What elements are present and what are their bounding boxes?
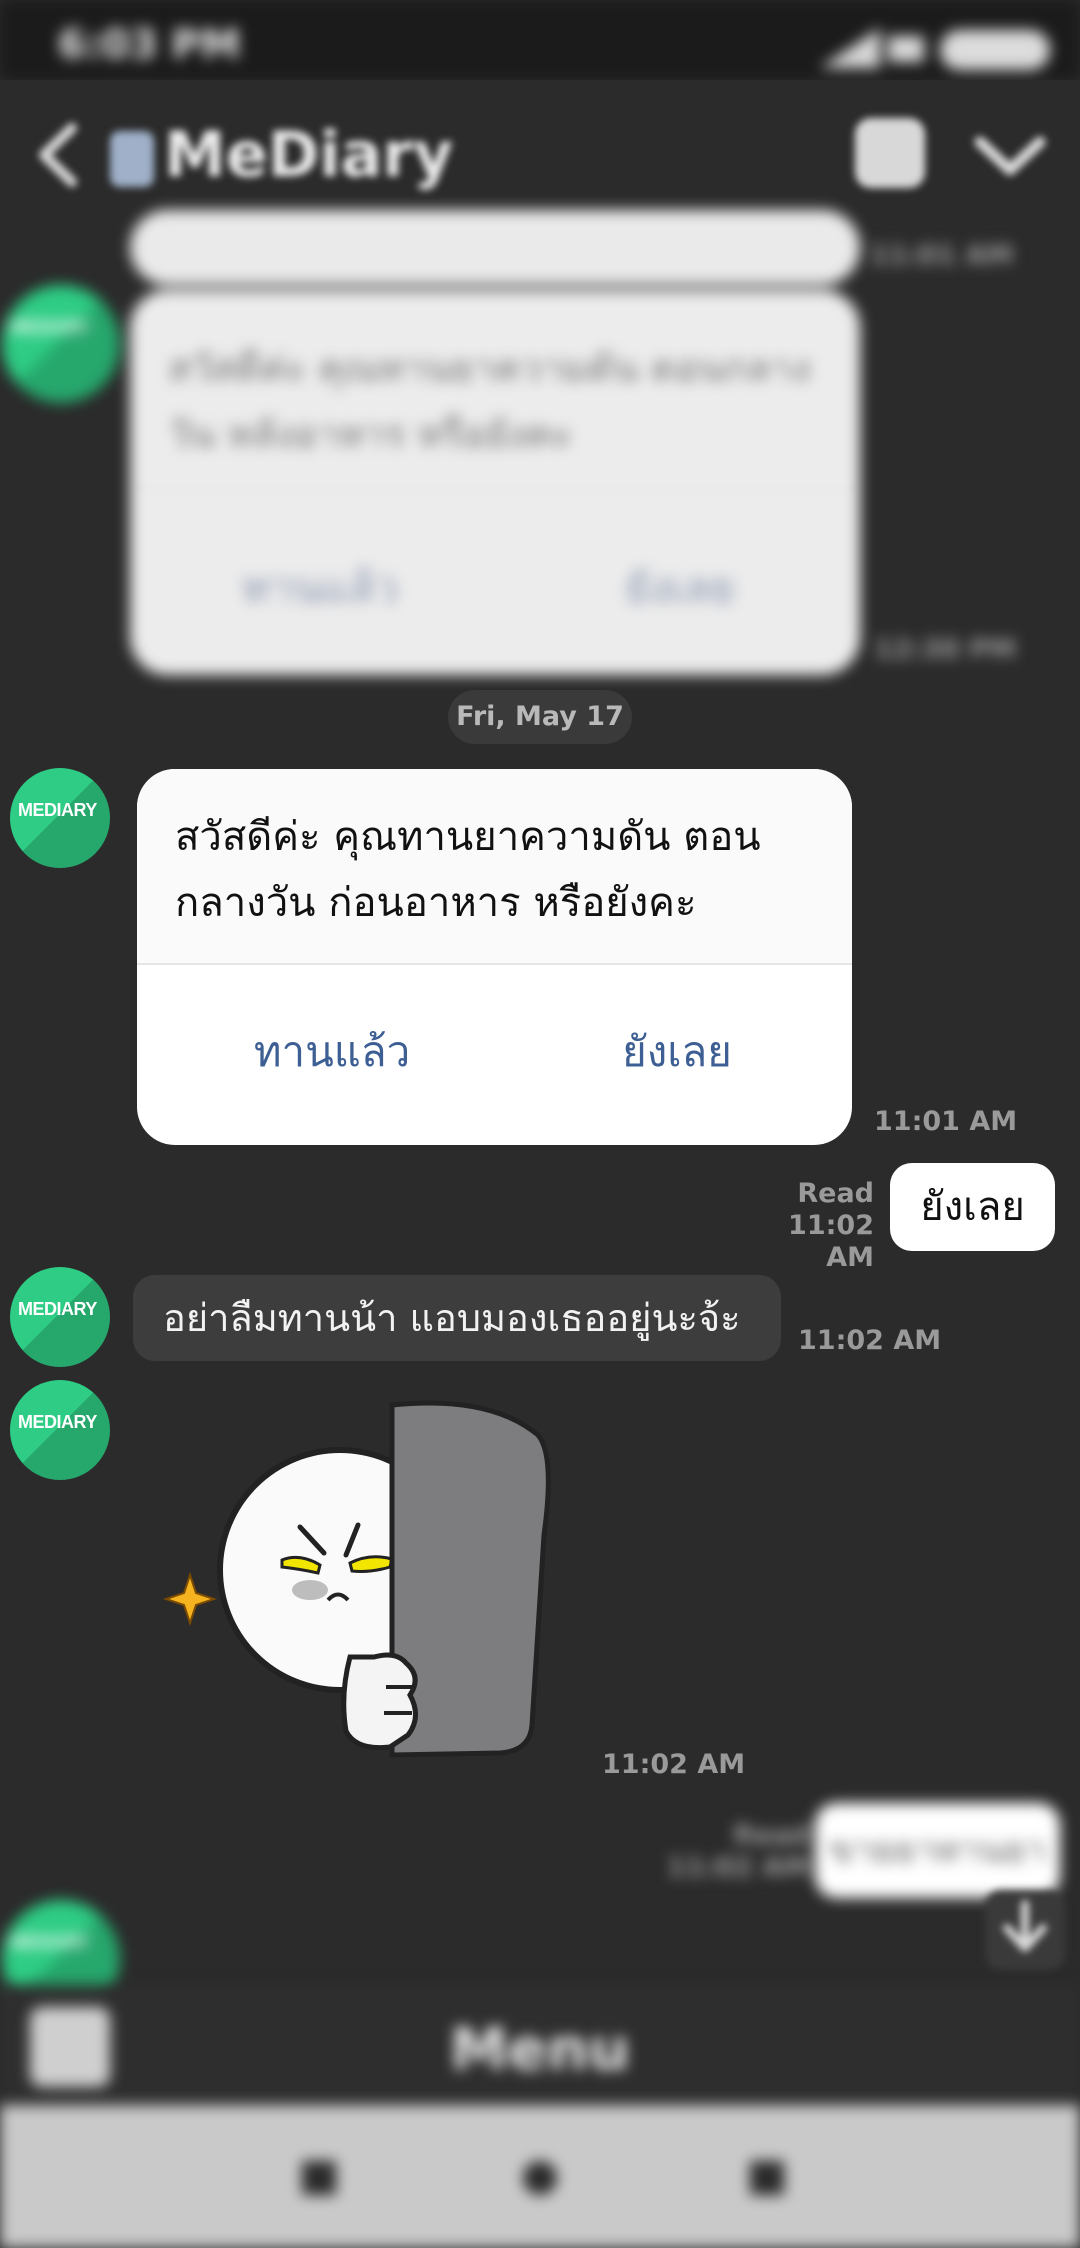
nav-back-icon[interactable] <box>750 2161 784 2195</box>
avatar[interactable]: MEDIARY <box>10 768 110 868</box>
read-receipt: Read 11:02 AM <box>740 1178 874 1274</box>
card-message-line2: กลางวัน ก่อนอาหาร หรือยังคะ <box>175 880 697 926</box>
bot-message-time: 11:02 AM <box>798 1325 942 1356</box>
prev-taken-button[interactable]: ทานแล้ว <box>190 555 450 621</box>
system-nav-bar <box>0 2105 1080 2248</box>
blurred-outgoing-message[interactable]: ขายยาทานยา <box>815 1803 1060 1898</box>
menu-toggle[interactable]: Menu <box>0 2015 1080 2083</box>
avatar[interactable]: MEDIARY <box>10 1267 110 1367</box>
avatar[interactable]: MEDIARY <box>2 285 120 403</box>
blurred-read-receipt: Read 11:02 AM <box>666 1820 810 1883</box>
reply-time: 11:02 AM <box>788 1210 874 1273</box>
avatar[interactable]: MEDIARY <box>10 1380 110 1480</box>
back-arrow-icon[interactable] <box>30 120 90 190</box>
official-badge-icon <box>110 130 154 187</box>
prev-card-top-time: 11:01 AM <box>870 240 1014 271</box>
card-message-line1: สวัสดีค่ะ คุณทานยาความดัน ตอน <box>175 814 761 860</box>
peeking-moon-sticker[interactable] <box>160 1395 560 1775</box>
chat-title[interactable]: MeDiary <box>110 118 453 191</box>
chevron-down-icon[interactable] <box>970 120 1050 190</box>
rich-menu-bar: Menu <box>0 1985 1080 2105</box>
status-bar: 6:03 PM <box>0 0 1080 80</box>
battery-icon <box>940 30 1050 70</box>
scroll-down-icon[interactable] <box>985 1890 1065 1970</box>
status-time: 6:03 PM <box>58 22 241 68</box>
prev-reminder-card: สวัสดีค่ะ คุณทานยาความดัน ตอนกลางวัน หลั… <box>130 290 860 675</box>
bot-message[interactable]: อย่าลืมทานน้า แอบมองเธออยู่นะจ้ะ <box>133 1275 781 1361</box>
reminder-card: สวัสดีค่ะ คุณทานยาความดัน ตอน กลางวัน ก่… <box>137 769 852 1145</box>
chat-header: MeDiary <box>0 80 1080 230</box>
nav-home-icon[interactable] <box>523 2161 557 2195</box>
taken-button[interactable]: ทานแล้ว <box>192 1019 472 1085</box>
nav-recents-icon[interactable] <box>302 2161 336 2195</box>
prev-card-message: สวัสดีค่ะ คุณทานยาความดัน ตอนกลางวัน หลั… <box>168 346 811 456</box>
sticker-time: 11:02 AM <box>602 1749 746 1780</box>
date-separator: Fri, May 17 <box>448 690 632 744</box>
prev-card-time: 12:30 PM <box>874 634 1017 665</box>
signal-icon <box>820 28 924 68</box>
home-icon[interactable] <box>855 118 925 188</box>
not-yet-button[interactable]: ยังเลย <box>537 1019 817 1085</box>
prev-not-yet-button[interactable]: ยังเลย <box>550 555 810 621</box>
prev-card-stub <box>130 210 860 285</box>
card-time: 11:01 AM <box>874 1106 1018 1137</box>
outgoing-message[interactable]: ยังเลย <box>890 1163 1055 1251</box>
